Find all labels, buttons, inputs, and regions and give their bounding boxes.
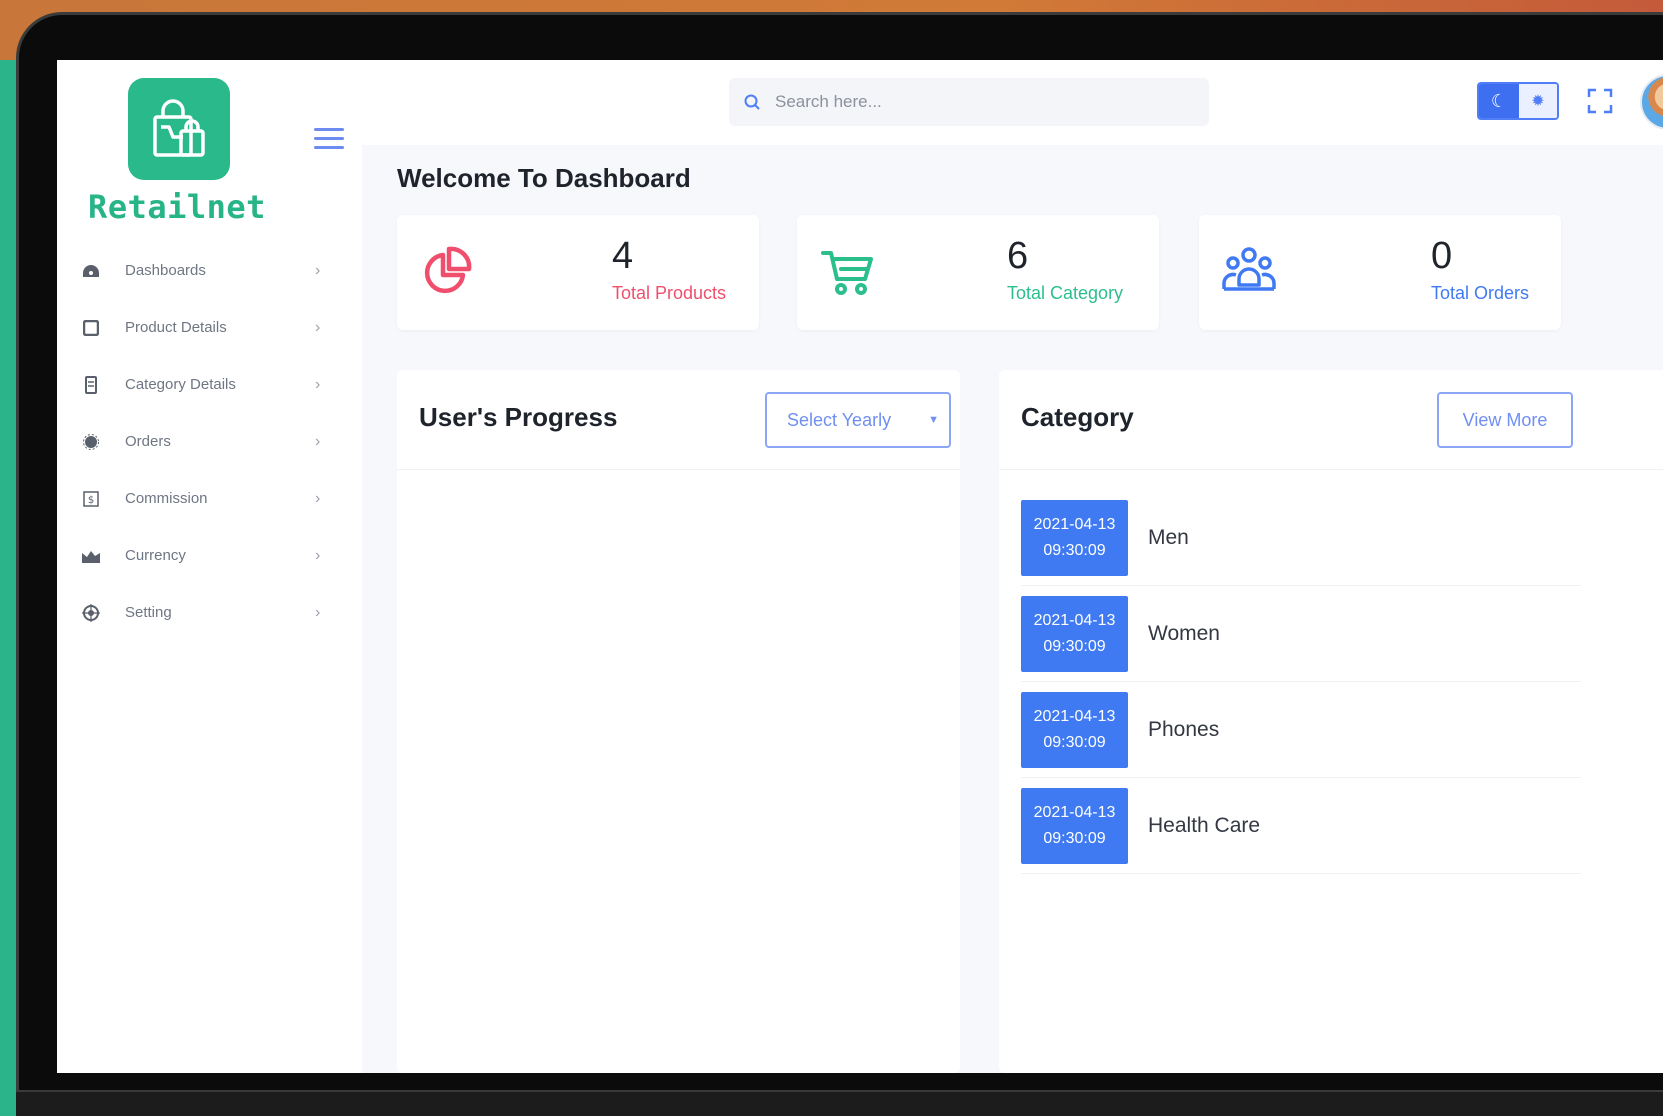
users-progress-panel: User's Progress Select Yearly ▼ bbox=[397, 370, 960, 1073]
category-icon bbox=[81, 375, 101, 395]
laptop-base bbox=[16, 1090, 1663, 1116]
chevron-right-icon: › bbox=[315, 546, 321, 564]
sun-icon[interactable]: ✹ bbox=[1519, 84, 1557, 118]
dashboard-icon bbox=[81, 261, 101, 281]
stat-label: Total Orders bbox=[1431, 283, 1530, 303]
chevron-right-icon: › bbox=[315, 261, 321, 279]
date-text: 2021-04-13 bbox=[1033, 707, 1116, 725]
topbar: ☾ ✹ bbox=[362, 60, 1663, 145]
date-text: 2021-04-13 bbox=[1033, 611, 1116, 629]
stat-card-products[interactable]: 4 Total Products bbox=[397, 215, 759, 330]
date-text: 2021-04-13 bbox=[1033, 803, 1116, 821]
sidebar-item-setting[interactable]: Setting › bbox=[57, 584, 337, 641]
product-icon bbox=[81, 318, 101, 338]
stat-card-category[interactable]: 6 Total Category bbox=[797, 215, 1159, 330]
panel-title: User's Progress bbox=[419, 402, 618, 432]
commission-icon: $ bbox=[81, 489, 101, 509]
chevron-right-icon: › bbox=[315, 432, 321, 450]
category-name: Women bbox=[1148, 621, 1220, 645]
search-input[interactable] bbox=[775, 92, 1175, 112]
list-item[interactable]: 2021-04-13 09:30:09 Women bbox=[1021, 586, 1581, 682]
sidebar-item-orders[interactable]: Orders › bbox=[57, 413, 337, 470]
panel-header: Category View More bbox=[999, 370, 1663, 470]
fullscreen-icon[interactable] bbox=[1587, 88, 1613, 114]
time-text: 09:30:09 bbox=[1043, 829, 1106, 847]
avatar[interactable] bbox=[1640, 74, 1663, 130]
category-name: Phones bbox=[1148, 717, 1220, 741]
select-yearly-dropdown[interactable]: Select Yearly ▼ bbox=[765, 392, 951, 448]
brand-name: Retailnet bbox=[88, 188, 266, 226]
stat-value: 0 bbox=[1431, 235, 1453, 277]
panel-title: Category bbox=[1021, 402, 1134, 432]
sidebar-nav: Dashboards › Product Details › Category … bbox=[57, 242, 337, 641]
list-item[interactable]: 2021-04-13 09:30:09 Men bbox=[1021, 490, 1581, 586]
view-more-button[interactable]: View More bbox=[1437, 392, 1573, 448]
page-title: Welcome To Dashboard bbox=[397, 163, 691, 193]
date-badge: 2021-04-13 09:30:09 bbox=[1021, 499, 1128, 576]
panel-header: User's Progress Select Yearly ▼ bbox=[397, 370, 960, 470]
stat-label: Total Category bbox=[1007, 283, 1124, 303]
users-icon bbox=[1222, 247, 1276, 291]
sidebar-item-category-details[interactable]: Category Details › bbox=[57, 356, 337, 413]
date-badge: 2021-04-13 09:30:09 bbox=[1021, 787, 1128, 864]
list-item[interactable]: 2021-04-13 09:30:09 Phones bbox=[1021, 682, 1581, 778]
currency-icon bbox=[81, 546, 101, 566]
orders-icon bbox=[81, 432, 101, 452]
date-badge: 2021-04-13 09:30:09 bbox=[1021, 595, 1128, 672]
stat-card-orders[interactable]: 0 Total Orders bbox=[1199, 215, 1561, 330]
sidebar-item-label: Orders bbox=[125, 433, 171, 450]
sidebar-item-product-details[interactable]: Product Details › bbox=[57, 299, 337, 356]
shopping-bag-icon bbox=[153, 99, 205, 157]
pie-chart-icon bbox=[424, 246, 472, 294]
sidebar: Retailnet Dashboards › Product Details › bbox=[57, 60, 362, 1073]
sidebar-item-label: Category Details bbox=[125, 376, 236, 393]
svg-text:$: $ bbox=[88, 495, 94, 506]
main-content: Welcome To Dashboard 4 Total Products 6 … bbox=[362, 145, 1663, 1073]
search-icon bbox=[744, 94, 760, 110]
sidebar-item-label: Dashboards bbox=[125, 262, 206, 279]
category-list: 2021-04-13 09:30:09 Men 2021-04-13 09:30… bbox=[1021, 490, 1581, 874]
cart-icon bbox=[821, 251, 873, 295]
sidebar-item-dashboards[interactable]: Dashboards › bbox=[57, 242, 337, 299]
sidebar-item-label: Currency bbox=[125, 547, 186, 564]
moon-icon[interactable]: ☾ bbox=[1479, 84, 1519, 118]
list-item[interactable]: 2021-04-13 09:30:09 Health Care bbox=[1021, 778, 1581, 874]
screen: Retailnet Dashboards › Product Details › bbox=[57, 60, 1663, 1073]
setting-icon bbox=[81, 603, 101, 623]
sidebar-item-commission[interactable]: $ Commission › bbox=[57, 470, 337, 527]
menu-toggle-icon[interactable] bbox=[314, 128, 344, 154]
sidebar-item-label: Product Details bbox=[125, 319, 227, 336]
time-text: 09:30:09 bbox=[1043, 733, 1106, 751]
time-text: 09:30:09 bbox=[1043, 541, 1106, 559]
sidebar-item-currency[interactable]: Currency › bbox=[57, 527, 337, 584]
select-value: Select Yearly bbox=[787, 409, 892, 430]
sidebar-item-label: Commission bbox=[125, 490, 208, 507]
chevron-down-icon: ▼ bbox=[928, 414, 939, 426]
category-name: Men bbox=[1148, 525, 1189, 549]
chevron-right-icon: › bbox=[315, 375, 321, 393]
stat-value: 4 bbox=[612, 235, 634, 277]
chevron-right-icon: › bbox=[315, 489, 321, 507]
sidebar-item-label: Setting bbox=[125, 604, 172, 621]
category-name: Health Care bbox=[1148, 813, 1261, 837]
stat-value: 6 bbox=[1007, 235, 1029, 277]
theme-toggle[interactable]: ☾ ✹ bbox=[1477, 82, 1559, 120]
time-text: 09:30:09 bbox=[1043, 637, 1106, 655]
date-text: 2021-04-13 bbox=[1033, 515, 1116, 533]
date-badge: 2021-04-13 09:30:09 bbox=[1021, 691, 1128, 768]
category-panel: Category View More 2021-04-13 09:30:09 M… bbox=[999, 370, 1663, 1073]
chevron-right-icon: › bbox=[315, 318, 321, 336]
chevron-right-icon: › bbox=[315, 603, 321, 621]
logo[interactable] bbox=[128, 78, 230, 180]
stat-label: Total Products bbox=[612, 283, 727, 303]
search-bar bbox=[729, 78, 1209, 126]
